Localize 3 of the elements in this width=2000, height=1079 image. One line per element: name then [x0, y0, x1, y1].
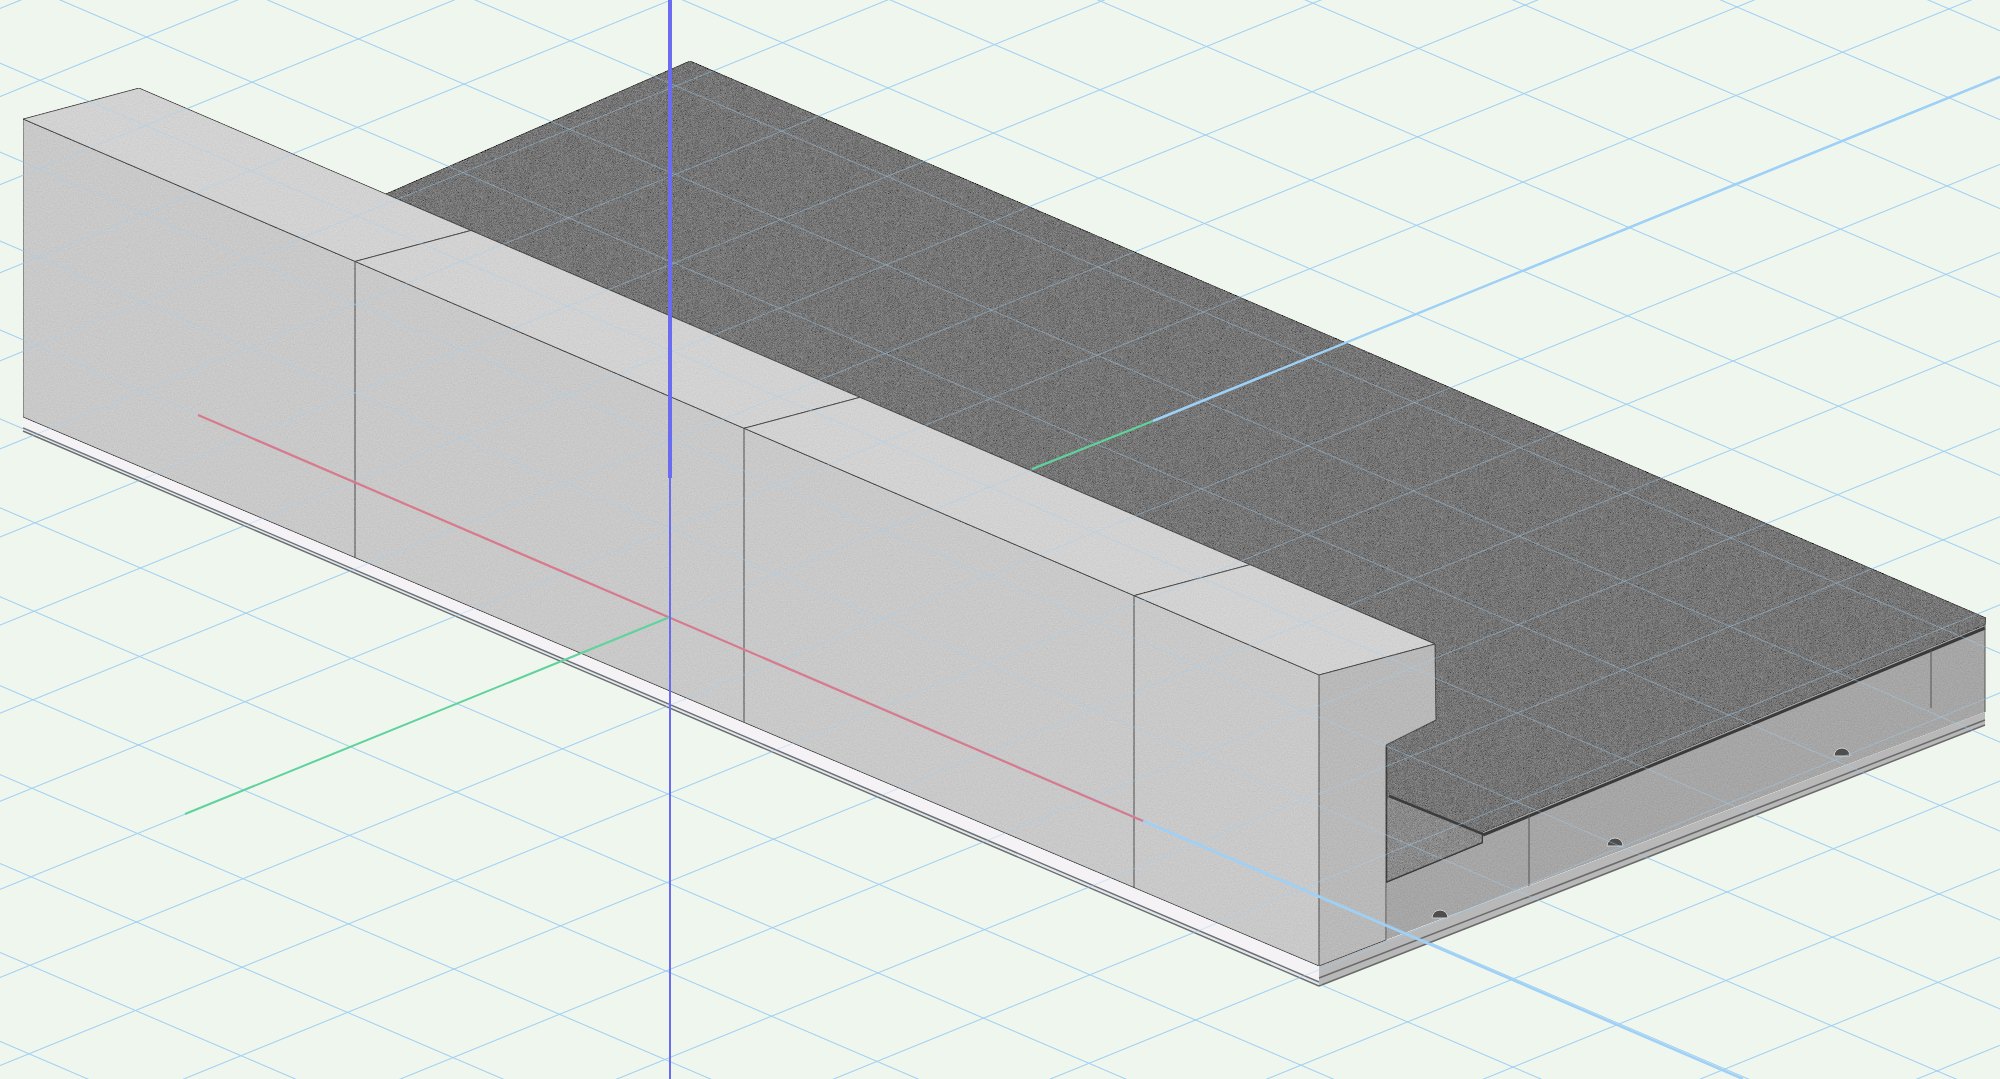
drain-hole-icon — [1833, 747, 1851, 757]
drain-hole-icon — [1606, 837, 1624, 847]
drain-hole-icon — [1431, 909, 1449, 919]
